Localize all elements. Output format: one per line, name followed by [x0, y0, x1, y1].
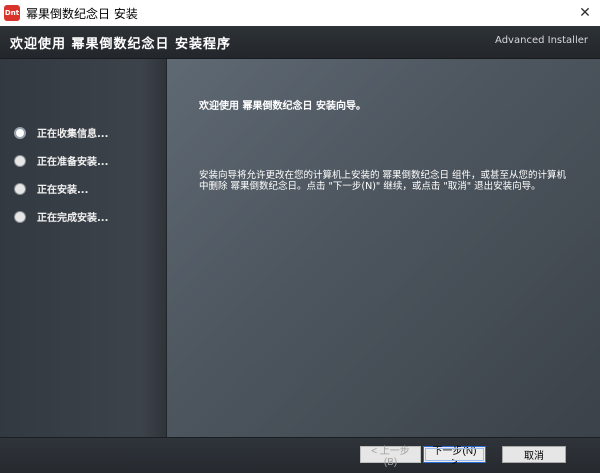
step-preparing-install: 正在准备安装...	[14, 153, 108, 168]
close-icon[interactable]: ✕	[570, 0, 600, 26]
main-content: 欢迎使用 幂果倒数纪念日 安装向导。 安装向导将允许更改在您的计算机上安装的 幂…	[167, 59, 600, 437]
step-indicator-icon	[14, 154, 26, 167]
step-installing: 正在安装...	[14, 181, 88, 196]
step-indicator-active-icon	[14, 126, 26, 139]
progress-sidebar: 正在收集信息... 正在准备安装... 正在安装... 正在完成安装...	[0, 59, 167, 437]
step-indicator-icon	[14, 182, 26, 195]
back-button[interactable]: < 上一步(B)	[360, 446, 421, 468]
step-label: 正在安装...	[37, 185, 89, 196]
step-collecting-info: 正在收集信息...	[14, 125, 108, 140]
header-title: 欢迎使用 幂果倒数纪念日 安装程序	[10, 37, 232, 52]
header-banner: 欢迎使用 幂果倒数纪念日 安装程序 Advanced Installer	[0, 26, 600, 59]
brand-label: Advanced Installer	[495, 35, 588, 46]
step-finishing-install: 正在完成安装...	[14, 209, 108, 224]
window-title: 幂果倒数纪念日 安装	[26, 6, 138, 21]
button-bar: < 上一步(B) 下一步(N) > 取消	[0, 437, 600, 473]
next-button[interactable]: 下一步(N) >	[423, 446, 486, 468]
step-label: 正在完成安装...	[37, 213, 109, 224]
step-label: 正在收集信息...	[37, 129, 109, 140]
installer-window: Dnt 幂果倒数纪念日 安装 ✕ 欢迎使用 幂果倒数纪念日 安装程序 Advan…	[0, 0, 600, 473]
cancel-button[interactable]: 取消	[502, 446, 566, 463]
step-indicator-icon	[14, 210, 26, 223]
app-icon: Dnt	[4, 5, 20, 21]
description-text: 安装向导将允许更改在您的计算机上安装的 幂果倒数纪念日 组件，或甚至从您的计算机…	[199, 170, 567, 192]
step-label: 正在准备安装...	[37, 157, 109, 168]
title-bar[interactable]: Dnt 幂果倒数纪念日 安装 ✕	[0, 0, 600, 26]
welcome-heading: 欢迎使用 幂果倒数纪念日 安装向导。	[199, 101, 366, 112]
